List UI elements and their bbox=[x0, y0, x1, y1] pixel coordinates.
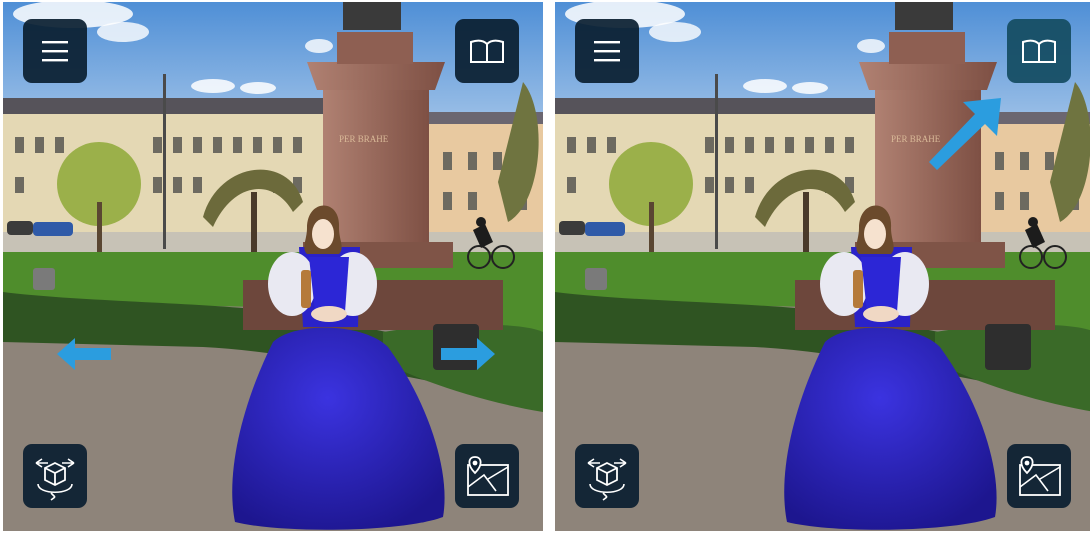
3d-rotate-cube-icon bbox=[587, 458, 627, 501]
rotate-view-button[interactable] bbox=[23, 444, 87, 508]
ar-view-panel-left[interactable]: PER BRAHE bbox=[3, 2, 543, 531]
hamburger-menu-icon bbox=[594, 41, 620, 62]
rotate-view-button[interactable] bbox=[575, 444, 639, 508]
open-book-icon bbox=[470, 39, 504, 63]
map-location-icon bbox=[467, 456, 509, 496]
map-location-icon bbox=[1019, 456, 1061, 496]
guide-book-button[interactable] bbox=[455, 19, 519, 83]
3d-rotate-cube-icon bbox=[35, 458, 75, 501]
swipe-left-arrow-icon bbox=[57, 338, 111, 370]
map-button[interactable] bbox=[455, 444, 519, 508]
guide-book-button[interactable] bbox=[1007, 19, 1071, 83]
menu-button[interactable] bbox=[575, 19, 639, 83]
ar-view-panel-right[interactable]: PER BRAHE bbox=[555, 2, 1090, 531]
map-button[interactable] bbox=[1007, 444, 1071, 508]
swipe-right-arrow-icon bbox=[441, 338, 495, 370]
menu-button[interactable] bbox=[23, 19, 87, 83]
open-book-icon bbox=[1022, 39, 1056, 63]
hamburger-menu-icon bbox=[42, 41, 68, 62]
monument-inscription: PER BRAHE bbox=[339, 134, 389, 144]
diagonal-arrow-to-guide-icon bbox=[929, 98, 1001, 170]
